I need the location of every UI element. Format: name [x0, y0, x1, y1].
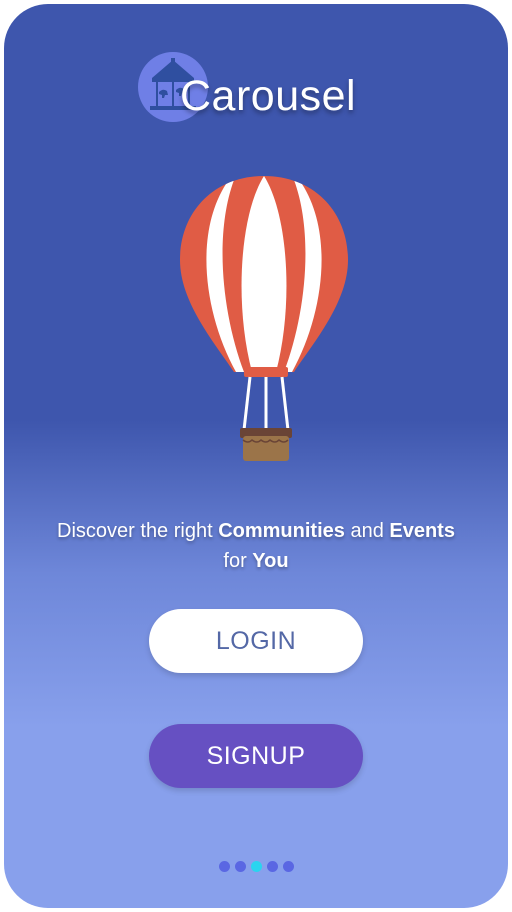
tagline-text: and	[344, 520, 390, 542]
tagline: Discover the right Communities and Event…	[4, 516, 508, 576]
tagline-line-1: Discover the right Communities and Event…	[4, 516, 508, 546]
tagline-highlight-communities: Communities	[218, 520, 345, 542]
tagline-text: for	[223, 550, 253, 572]
tagline-line-2: for You	[4, 546, 508, 576]
tagline-text: Discover the right	[57, 520, 219, 542]
signup-button[interactable]: SIGNUP	[149, 724, 363, 788]
tagline-highlight-events: Events	[389, 520, 455, 542]
page-dot-active[interactable]	[250, 861, 262, 872]
app-header: Carousel	[138, 52, 398, 132]
onboarding-screen: Carousel Discover the right Communities …	[4, 4, 508, 908]
page-dot[interactable]	[266, 861, 278, 872]
page-dot[interactable]	[234, 861, 246, 872]
tagline-highlight-you: You	[252, 550, 289, 572]
hot-air-balloon-icon	[180, 176, 348, 461]
page-dot[interactable]	[218, 861, 230, 872]
page-indicator	[4, 861, 508, 872]
app-title: Carousel	[180, 72, 357, 120]
page-dot[interactable]	[282, 861, 294, 872]
login-button[interactable]: LOGIN	[149, 609, 363, 673]
